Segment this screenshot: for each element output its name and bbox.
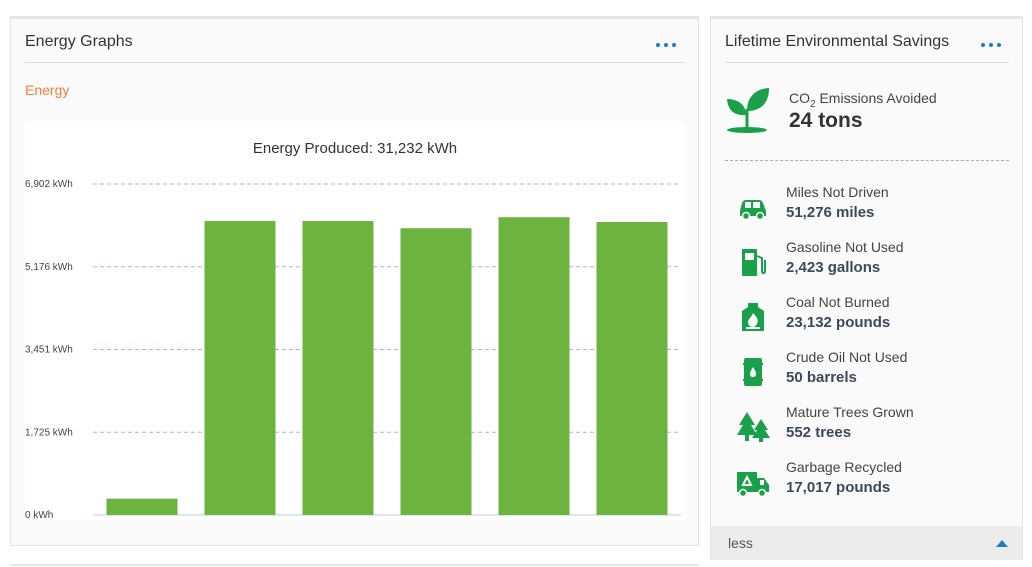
y-tick-label: 6,902 kWh (25, 179, 73, 190)
stat-value: 50 barrels (786, 369, 857, 386)
bar-2013 (302, 221, 374, 515)
bar-2015 (498, 217, 570, 515)
bar-2014 (400, 228, 472, 515)
co2-label-prefix: CO (789, 90, 810, 106)
stat-coal-not-burned: Coal Not Burned 23,132 pounds (725, 293, 1015, 341)
stat-label: Mature Trees Grown (786, 404, 914, 420)
caret-up-icon (996, 540, 1008, 547)
stat-value: 2,423 gallons (786, 259, 881, 276)
environmental-savings-panel: Lifetime Environmental Savings CO2 Emiss… (710, 16, 1023, 560)
stat-value: 23,132 pounds (786, 314, 891, 331)
savings-panel-title: Lifetime Environmental Savings (725, 33, 950, 50)
energy-graphs-panel: Energy Graphs Energy Energy Produced: 31… (10, 16, 699, 546)
stat-value: 51,276 miles (786, 204, 875, 221)
dot-icon (989, 43, 993, 47)
energy-panel-menu-button[interactable] (656, 43, 676, 47)
energy-bar-chart: Energy Produced: 31,232 kWh 0 kWh 1,725 kW… (25, 140, 681, 521)
stat-garbage-recycled: Garbage Recycled 17,017 pounds (725, 458, 1015, 506)
dot-icon (981, 43, 985, 47)
bar-2012 (204, 221, 276, 515)
stat-value: 17,017 pounds (786, 479, 891, 496)
stat-mature-trees-grown: Mature Trees Grown 552 trees (725, 403, 1015, 451)
plant-icon (727, 88, 769, 133)
stat-miles-not-driven: Miles Not Driven 51,276 miles (725, 183, 1015, 231)
y-tick-label: 0 kWh (25, 510, 53, 521)
stat-label: Crude Oil Not Used (786, 349, 908, 365)
y-tick-label: 5,176 kWh (25, 262, 73, 273)
recycle-truck-icon (737, 472, 769, 498)
savings-dashed-divider (725, 160, 1009, 161)
y-tick-label: 1,725 kWh (25, 427, 73, 438)
y-tick-label: 3,451 kWh (25, 345, 73, 356)
less-toggle[interactable]: less (711, 526, 1022, 560)
panel-bottom-divider (10, 564, 699, 566)
gas-pump-icon (742, 249, 766, 276)
stat-label: Coal Not Burned (786, 294, 890, 310)
stat-label: Gasoline Not Used (786, 239, 904, 255)
trees-icon (737, 412, 770, 442)
dot-icon (664, 43, 668, 47)
car-icon (740, 200, 766, 221)
less-label: less (728, 535, 753, 551)
stat-label: Garbage Recycled (786, 459, 902, 475)
bar-2016 (596, 221, 668, 515)
co2-label: CO2 Emissions Avoided (789, 90, 937, 110)
stat-crude-oil-not-used: Crude Oil Not Used 50 barrels (725, 348, 1015, 396)
chart-title: Energy Produced: 31,232 kWh (253, 140, 457, 157)
dot-icon (997, 43, 1001, 47)
energy-chart: Energy Produced: 31,232 kWh 0 kWh 1,725 kW… (25, 121, 685, 521)
stat-label: Miles Not Driven (786, 184, 889, 200)
savings-panel-title-divider (725, 62, 1009, 63)
energy-tab[interactable]: Energy (25, 82, 69, 98)
energy-panel-title: Energy Graphs (25, 33, 133, 50)
dot-icon (656, 43, 660, 47)
stat-value: 552 trees (786, 424, 852, 441)
stat-gasoline-not-used: Gasoline Not Used 2,423 gallons (725, 238, 1015, 286)
co2-label-suffix: Emissions Avoided (815, 90, 937, 106)
coal-icon (742, 303, 764, 331)
bar-2011 (106, 498, 178, 515)
energy-panel-title-divider (25, 62, 685, 63)
co2-value: 24 tons (789, 109, 863, 132)
savings-panel-menu-button[interactable] (981, 43, 1001, 47)
oil-barrel-icon (743, 358, 763, 386)
dot-icon (672, 43, 676, 47)
